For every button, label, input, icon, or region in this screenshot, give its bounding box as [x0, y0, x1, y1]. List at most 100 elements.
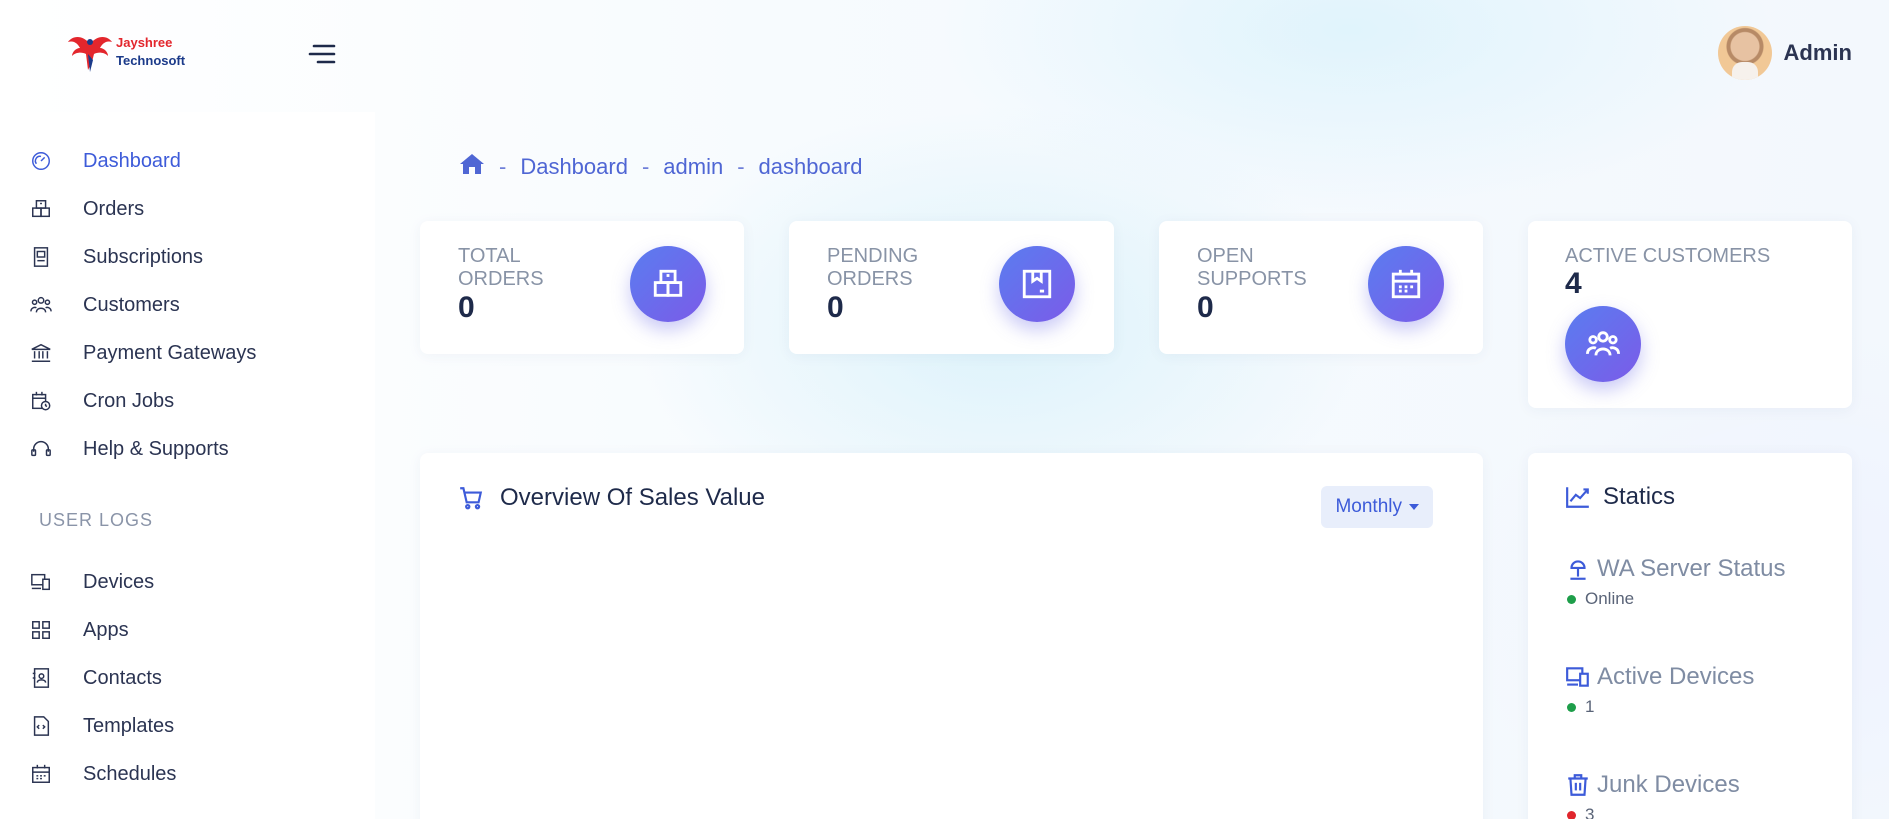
- statics-panel: Statics WA Server Status Online Active D…: [1528, 453, 1852, 819]
- menu-toggle-button[interactable]: [308, 42, 338, 66]
- stat-label-line: ORDERS: [458, 268, 544, 290]
- stat-label-line: ACTIVE CUSTOMERS: [1565, 245, 1771, 267]
- breadcrumb-separator: -: [499, 154, 507, 179]
- stat-value: 0: [458, 291, 475, 324]
- sidebar-item-devices[interactable]: Devices: [28, 566, 154, 598]
- stat-label: ACTIVE CUSTOMERS: [1565, 245, 1770, 268]
- sidebar-item-customers[interactable]: Customers: [28, 289, 180, 321]
- status-row-junk-devices: Junk Devices 3: [1565, 771, 1740, 819]
- stat-card-total-orders: TOTAL ORDERS 0: [420, 221, 744, 354]
- stat-label-line: TOTAL: [458, 245, 521, 267]
- status-dot: [1567, 702, 1576, 712]
- gauge-icon: [28, 148, 54, 174]
- sidebar-item-apps[interactable]: Apps: [28, 614, 129, 646]
- sidebar-item-schedules[interactable]: Schedules: [28, 758, 176, 790]
- stat-value: 0: [1197, 291, 1214, 324]
- users-icon: [1565, 306, 1641, 382]
- status-row-value: Online: [1585, 589, 1635, 608]
- topbar: Jayshree Technosoft Admin: [0, 0, 1889, 112]
- status-row-label: Junk Devices: [1597, 771, 1740, 798]
- sidebar-item-orders[interactable]: Orders: [28, 193, 144, 225]
- trash-icon: [1568, 774, 1588, 796]
- sidebar-item-label: Schedules: [83, 762, 177, 785]
- profile-name[interactable]: Admin: [1784, 40, 1852, 66]
- sidebar-item-dashboard[interactable]: Dashboard: [28, 145, 181, 177]
- sidebar-item-templates[interactable]: Templates: [28, 710, 174, 742]
- sidebar-item-cron-jobs[interactable]: Cron Jobs: [28, 385, 174, 417]
- stat-card-pending-orders: PENDING ORDERS 0: [789, 221, 1114, 354]
- period-dropdown-value: Monthly: [1335, 496, 1402, 517]
- package-icon: [999, 246, 1075, 322]
- stat-label-line: PENDING: [827, 245, 919, 267]
- stat-label: PENDING ORDERS: [827, 245, 918, 291]
- status-row-label: Active Devices: [1597, 663, 1755, 690]
- line-chart-icon: [1566, 487, 1589, 508]
- breadcrumb-item-current: dashboard: [758, 154, 863, 179]
- stat-label: OPEN SUPPORTS: [1197, 245, 1307, 291]
- sidebar-item-label: Payment Gateways: [83, 341, 257, 364]
- sidebar-item-label: Customers: [83, 293, 180, 316]
- contact-book-icon: [28, 665, 54, 691]
- sidebar-item-subscriptions[interactable]: Subscriptions: [28, 241, 203, 273]
- sidebar-item-label: Cron Jobs: [83, 389, 175, 412]
- section-label-user-logs: USER LOGS: [39, 510, 154, 530]
- stat-card-active-customers: ACTIVE CUSTOMERS 4: [1528, 221, 1852, 408]
- status-row-value: 3: [1585, 805, 1595, 819]
- stat-value: 0: [827, 291, 844, 324]
- boxes-icon: [28, 196, 54, 222]
- server-icon: [1570, 560, 1586, 580]
- phoenix-logo-icon: [68, 37, 112, 72]
- stat-label-line: SUPPORTS: [1197, 268, 1307, 290]
- headset-icon: [28, 436, 54, 462]
- breadcrumb-item-admin[interactable]: admin: [663, 154, 723, 180]
- breadcrumb-item-dashboard[interactable]: Dashboard: [520, 154, 628, 180]
- status-dot: [1567, 594, 1576, 604]
- calendar-clock-icon: [28, 388, 54, 414]
- sidebar-item-label: Subscriptions: [83, 245, 204, 268]
- breadcrumb: - Dashboard - admin - dashboard: [459, 152, 863, 182]
- breadcrumb-separator: -: [641, 154, 650, 179]
- sidebar-item-label: Dashboard: [83, 149, 181, 172]
- devices-icon: [1566, 667, 1589, 687]
- stat-card-open-supports: OPEN SUPPORTS 0: [1159, 221, 1483, 354]
- users-icon: [28, 292, 54, 318]
- sidebar-item-contacts[interactable]: Contacts: [28, 662, 162, 694]
- stat-value: 4: [1565, 267, 1582, 300]
- sidebar-item-payment-gateways[interactable]: Payment Gateways: [28, 337, 256, 369]
- panel-title-text: Overview Of Sales Value: [500, 484, 765, 511]
- status-row-label: WA Server Status: [1597, 555, 1786, 582]
- stat-label: TOTAL ORDERS: [458, 245, 544, 291]
- status-row-active-devices: Active Devices 1: [1565, 663, 1754, 717]
- sidebar-item-help-supports[interactable]: Help & Supports: [28, 433, 229, 465]
- status-dot: [1567, 810, 1576, 819]
- status-row-value: 1: [1585, 697, 1595, 716]
- sidebar-item-label: Devices: [83, 570, 155, 593]
- calendar-icon: [1368, 246, 1444, 322]
- sidebar-item-label: Help & Supports: [83, 437, 229, 460]
- main-content: - Dashboard - admin - dashboard TOTAL OR…: [375, 112, 1889, 819]
- caret-down-icon: [1409, 504, 1419, 510]
- hamburger-icon: [308, 44, 336, 64]
- panel-title: Overview Of Sales Value: [458, 484, 765, 512]
- cart-icon: [460, 487, 483, 510]
- sales-overview-panel: Overview Of Sales Value Monthly: [420, 453, 1483, 819]
- panel-title-text: Statics: [1603, 483, 1676, 510]
- sidebar-item-label: Templates: [83, 714, 175, 737]
- breadcrumb-separator: -: [737, 154, 745, 179]
- profile-menu[interactable]: Admin: [1717, 26, 1852, 80]
- template-icon: [28, 713, 54, 739]
- sidebar-item-label: Apps: [83, 618, 129, 641]
- sidebar-item-label: Contacts: [83, 666, 162, 689]
- sidebar: Dashboard Orders Subscriptions Customers…: [0, 112, 375, 819]
- home-icon[interactable]: [459, 152, 485, 182]
- avatar[interactable]: [1717, 26, 1772, 80]
- boxes-icon: [630, 246, 706, 322]
- sidebar-item-label: Orders: [83, 197, 145, 220]
- period-dropdown[interactable]: Monthly: [1321, 486, 1433, 528]
- brand-logo[interactable]: Jayshree Technosoft: [66, 30, 196, 74]
- brand-name-line1: Jayshree: [116, 35, 173, 50]
- devices-icon: [28, 569, 54, 595]
- calendar-icon: [28, 761, 54, 787]
- grid-icon: [28, 617, 54, 643]
- receipt-icon: [28, 244, 54, 270]
